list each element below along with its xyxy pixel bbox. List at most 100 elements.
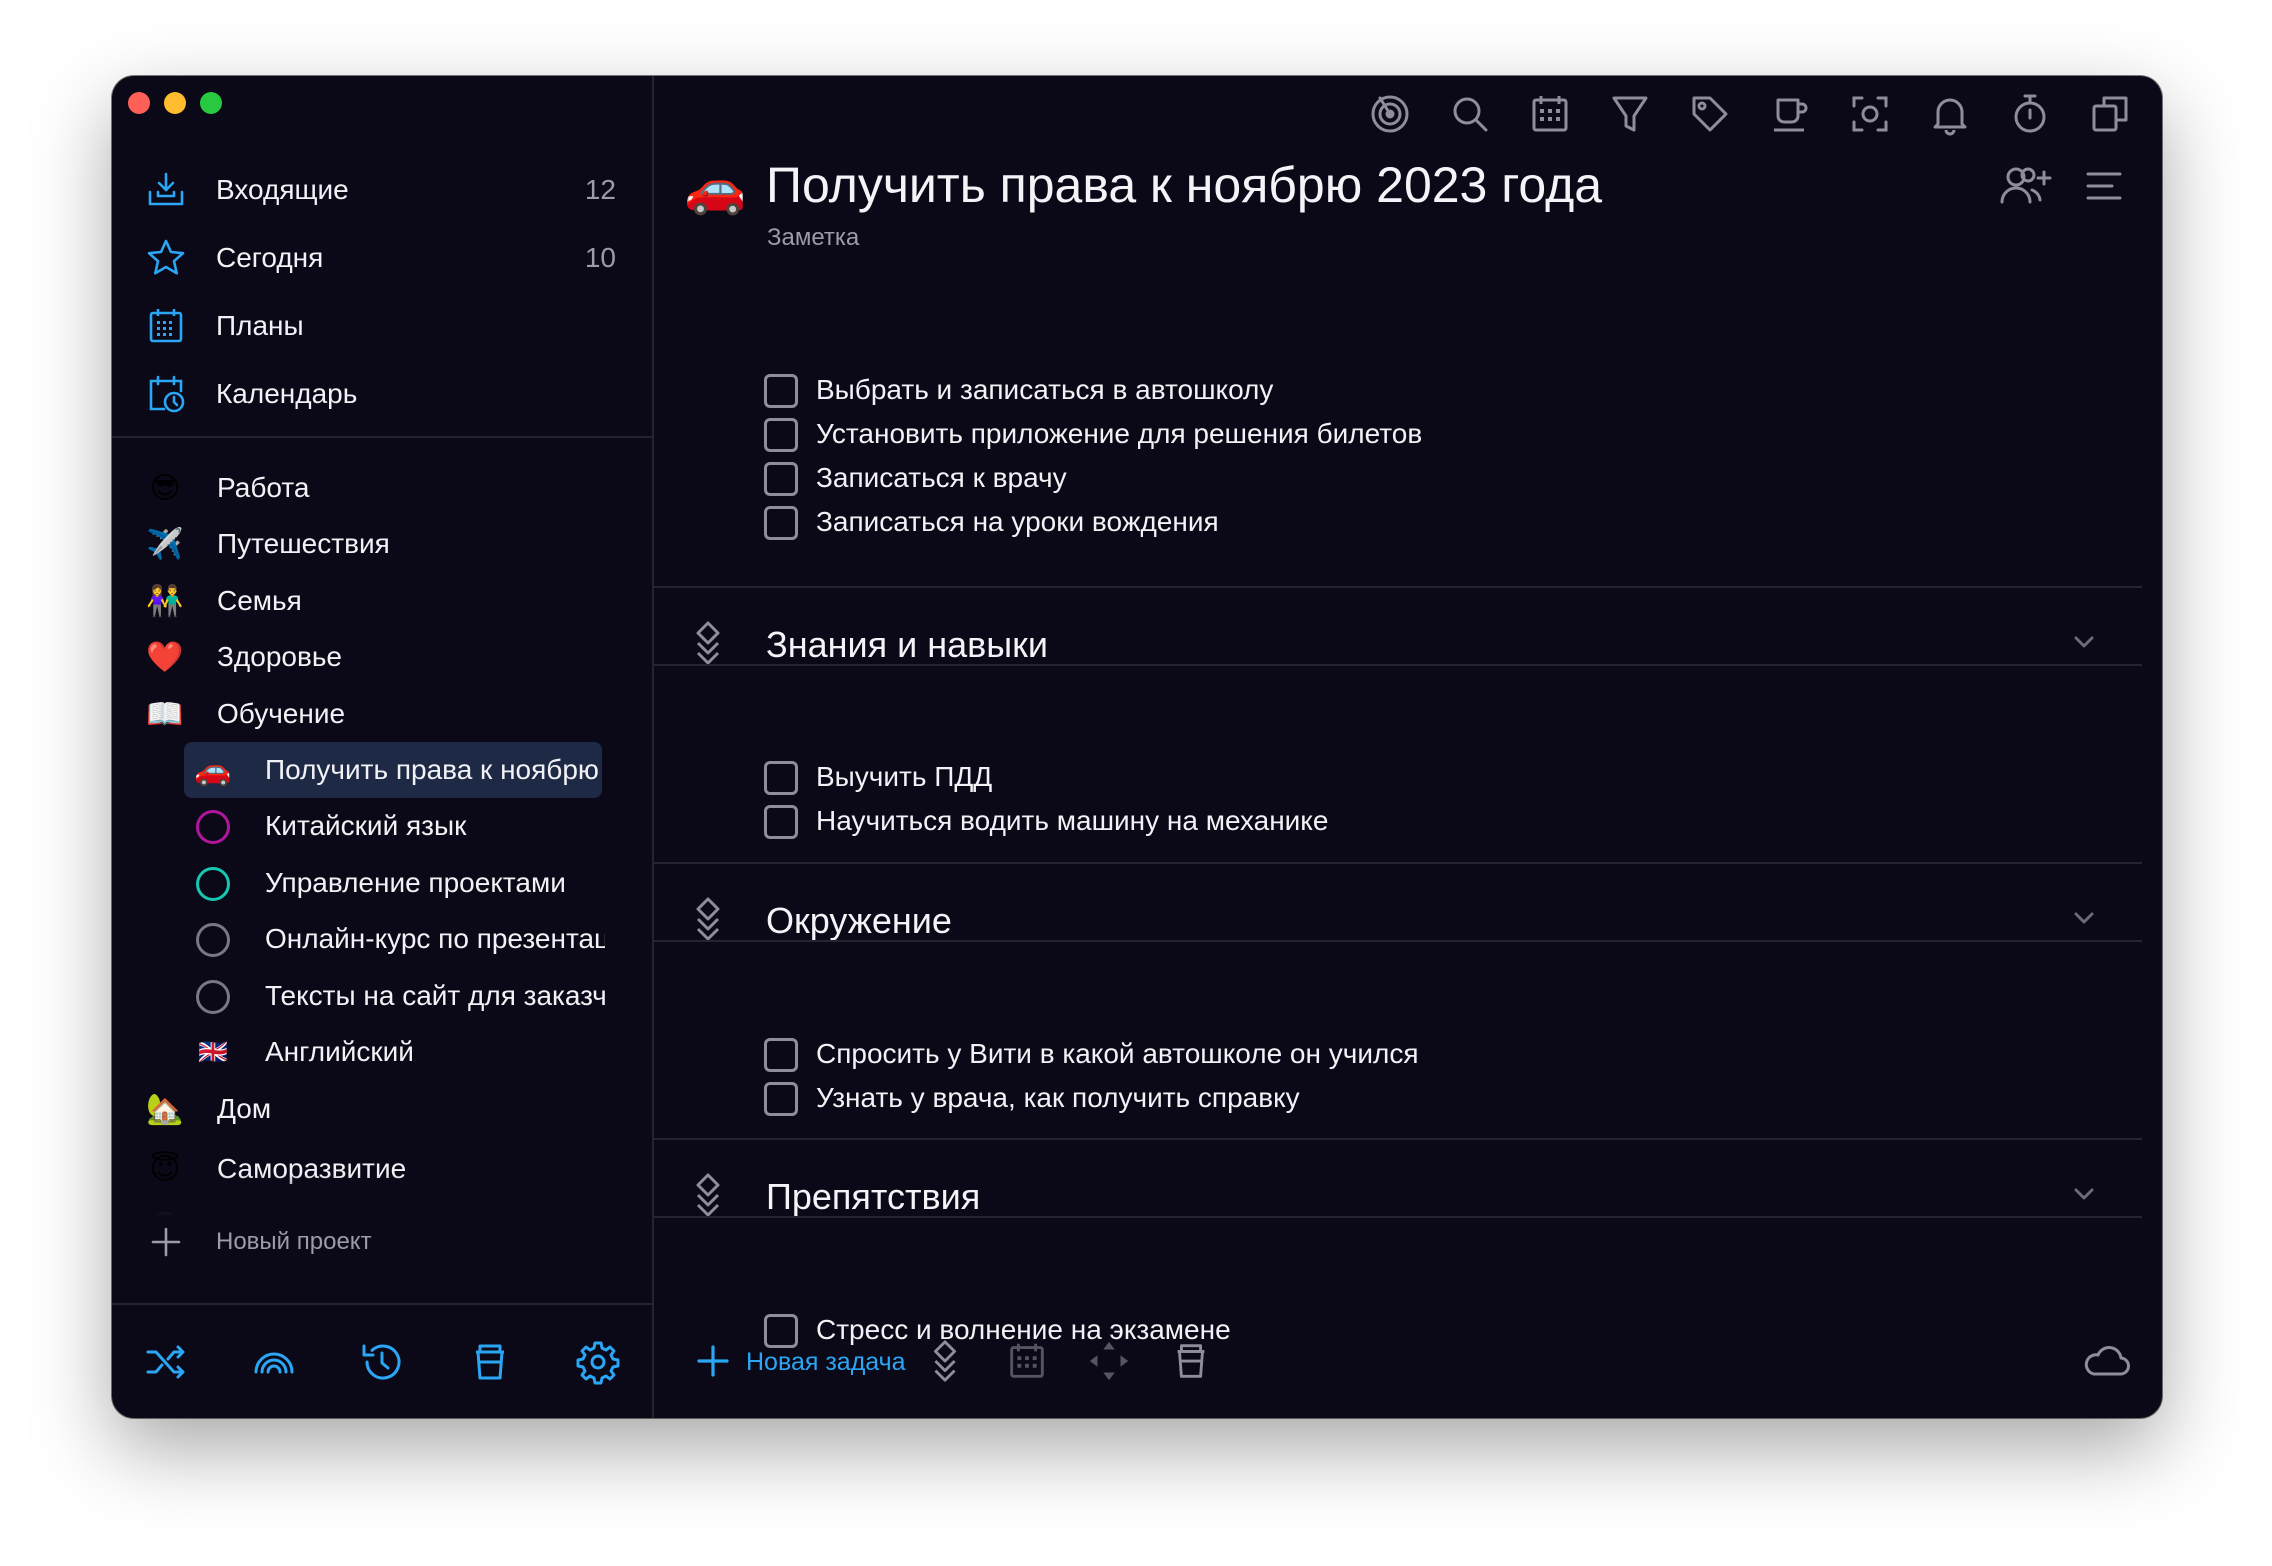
uk-flag-icon: 🇬🇧 [198,1039,228,1066]
task-item[interactable]: Выучить ПДД [764,757,2064,801]
title-actions [1998,162,2128,212]
menu-icon[interactable] [2084,166,2124,206]
project-label: Тексты на сайт для заказчика [265,980,605,1011]
task-title: Выучить ПДД [816,761,993,792]
sidebar-toolbar [112,1338,652,1398]
trash-icon[interactable] [1168,1338,1214,1384]
sidebar-footer-divider [112,1303,652,1305]
project-label: Семья [217,585,302,616]
task-checkbox[interactable] [764,462,798,496]
task-checkbox[interactable] [764,506,798,540]
project-label: Китайский язык [265,810,467,841]
calendar-clock-icon [149,375,185,413]
shuffle-icon[interactable] [142,1338,190,1386]
project-item-selected[interactable]: 🚗 Получить права к ноябрю 2023 года [112,742,652,798]
coffee-cup-icon[interactable] [1766,90,1814,138]
history-icon[interactable] [358,1338,406,1386]
cloud-sync-icon[interactable] [2080,1338,2132,1384]
divider [654,940,2142,942]
heading-icon [696,1173,720,1217]
heading-stack-icon[interactable] [922,1338,968,1384]
radar-icon[interactable] [1366,90,1414,138]
heading-title: Знания и навыки [766,624,1049,665]
project-item[interactable]: 🏡 Дом [112,1085,652,1135]
share-user-icon[interactable] [1998,162,2052,210]
chevron-down-icon[interactable] [2068,902,2100,934]
sidebar-item-inbox[interactable]: Входящие 12 [112,156,652,224]
new-project-button[interactable]: Новый проект [112,1220,652,1270]
task-title: Узнать у врача, как получить справку [816,1082,1300,1113]
task-checkbox[interactable] [764,374,798,408]
task-item[interactable]: Записаться к врачу [764,458,2064,502]
task-item[interactable]: Установить приложение для решения билето… [764,414,2064,458]
heading-section[interactable]: Знания и навыки [654,588,2142,698]
star-icon [147,239,185,275]
project-label: Управление проектами [265,867,566,898]
heading-icon [696,897,720,941]
task-list: Выбрать и записаться в автошколу Установ… [654,276,2142,1384]
calendar-grid-icon [149,309,183,343]
task-item[interactable]: Узнать у врача, как получить справку [764,1078,2064,1122]
project-item[interactable]: 👫 Семья [112,577,652,627]
heading-section[interactable]: Препятствия [654,1140,2142,1250]
task-item[interactable]: Спросить у Вити в какой автошколе он учи… [764,1034,2064,1078]
project-notes[interactable]: Заметка [767,224,859,252]
task-checkbox[interactable] [764,1082,798,1116]
trash-icon[interactable] [466,1338,514,1386]
divider [654,1216,2142,1218]
chevron-down-icon[interactable] [2068,626,2100,658]
project-item[interactable]: Китайский язык [112,802,652,852]
task-checkbox[interactable] [764,418,798,452]
focus-icon[interactable] [1846,90,1894,138]
project-item[interactable]: 😎 Работа [112,464,652,514]
task-checkbox[interactable] [764,805,798,839]
sunglasses-emoji-icon: 😎 [149,472,181,505]
heading-title: Препятствия [766,1176,981,1217]
sidebar-divider [112,436,652,438]
bell-icon[interactable] [1926,90,1974,138]
project-item[interactable]: ✈️ Путешествия [112,520,652,570]
move-arrows-icon[interactable] [1086,1338,1132,1384]
calendar-icon[interactable] [1526,90,1574,138]
task-item[interactable]: Научиться водить машину на механике [764,801,2064,845]
project-item[interactable]: Управление проектами [112,859,652,909]
page-title[interactable]: Получить права к ноябрю 2023 года [766,156,1602,214]
duplicate-icon[interactable] [2086,90,2134,138]
project-list: 😎 Работа ✈️ Путешествия 👫 Семья ❤️ Здоро… [112,464,652,1234]
gear-icon[interactable] [574,1338,622,1386]
sidebar-item-plans[interactable]: Планы [112,292,652,360]
sidebar-item-label: Календарь [216,378,358,409]
top-toolbar [1366,90,2146,150]
divider [654,664,2142,666]
calendar-icon[interactable] [1004,1338,1050,1384]
progress-ring-icon [194,921,232,959]
project-item[interactable]: Тексты на сайт для заказчика [112,972,652,1022]
new-task-label: Новая задача [746,1348,906,1376]
project-label: Английский [265,1036,414,1067]
task-item[interactable]: Записаться на уроки вождения [764,502,2064,546]
project-item[interactable]: ❤️ Здоровье [112,633,652,683]
chevron-down-icon[interactable] [2068,1178,2100,1210]
project-item[interactable]: 📖 Обучение [112,690,652,740]
project-label: Обучение [217,698,346,729]
filter-icon[interactable] [1606,90,1654,138]
task-item[interactable]: Выбрать и записаться в автошколу [764,370,2064,414]
heading-section[interactable]: Окружение [654,864,2142,974]
project-item[interactable]: Онлайн-курс по презентациям [112,915,652,965]
inbox-icon [148,172,184,206]
main-pane: 🚗 Получить права к ноябрю 2023 года Заме… [654,76,2162,1418]
rainbow-icon[interactable] [250,1338,298,1386]
sidebar-nav: Входящие 12 Сегодня 10 Планы Календарь [112,156,652,428]
book-emoji-icon: 📖 [146,698,184,731]
airplane-emoji-icon: ✈️ [146,528,184,561]
tag-icon[interactable] [1686,90,1734,138]
sidebar-item-label: Планы [216,310,304,341]
sidebar-item-calendar[interactable]: Календарь [112,360,652,428]
sidebar-item-today[interactable]: Сегодня 10 [112,224,652,292]
stopwatch-icon[interactable] [2006,90,2054,138]
project-item[interactable]: 🇬🇧 Английский [112,1028,652,1078]
task-title: Спросить у Вити в какой автошколе он учи… [816,1038,1419,1069]
search-icon[interactable] [1446,90,1494,138]
task-checkbox[interactable] [764,761,798,795]
task-checkbox[interactable] [764,1038,798,1072]
